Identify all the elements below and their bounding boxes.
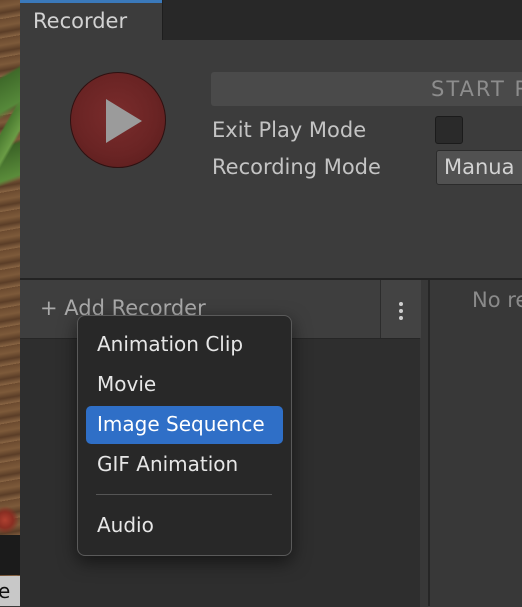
exit-play-mode-checkbox[interactable] <box>435 116 463 144</box>
recorder-header: START R Exit Play Mode Recording Mode Ma… <box>20 40 522 278</box>
recording-mode-label: Recording Mode <box>212 155 381 179</box>
menu-item-animation-clip[interactable]: Animation Clip <box>86 326 283 364</box>
menu-item-label: Image Sequence <box>97 412 265 436</box>
menu-item-label: GIF Animation <box>97 452 239 476</box>
recorder-settings-panel: No re <box>430 280 522 606</box>
scene-bottom-label: e <box>0 576 20 606</box>
record-button[interactable] <box>70 72 166 168</box>
menu-separator <box>96 494 272 495</box>
scene-dark-band <box>0 535 20 575</box>
tab-active-indicator <box>20 0 162 3</box>
menu-item-image-sequence[interactable]: Image Sequence <box>86 406 283 444</box>
more-options-button[interactable] <box>380 280 421 338</box>
plant-graphic <box>0 40 20 210</box>
menu-item-label: Animation Clip <box>97 332 244 356</box>
menu-item-audio[interactable]: Audio <box>86 507 283 545</box>
menu-item-label: Audio <box>97 513 154 537</box>
add-recorder-menu: Animation Clip Movie Image Sequence GIF … <box>77 315 292 556</box>
play-triangle-icon <box>106 99 142 143</box>
recording-mode-value: Manua <box>444 155 515 179</box>
scene-viewport-strip: e <box>0 0 20 606</box>
empty-state-text: No re <box>472 288 522 312</box>
start-recording-button[interactable]: START R <box>211 72 522 106</box>
exit-play-mode-label: Exit Play Mode <box>212 118 367 142</box>
menu-item-gif-animation[interactable]: GIF Animation <box>86 446 283 484</box>
scene-object-graphic <box>0 505 20 535</box>
menu-item-movie[interactable]: Movie <box>86 366 283 404</box>
start-recording-label: START R <box>431 77 522 101</box>
menu-item-label: Movie <box>97 372 157 396</box>
tab-title: Recorder <box>33 9 128 33</box>
recording-mode-dropdown[interactable]: Manua <box>436 150 522 185</box>
tab-recorder[interactable]: Recorder <box>20 0 163 40</box>
tab-bar: Recorder <box>20 0 522 40</box>
